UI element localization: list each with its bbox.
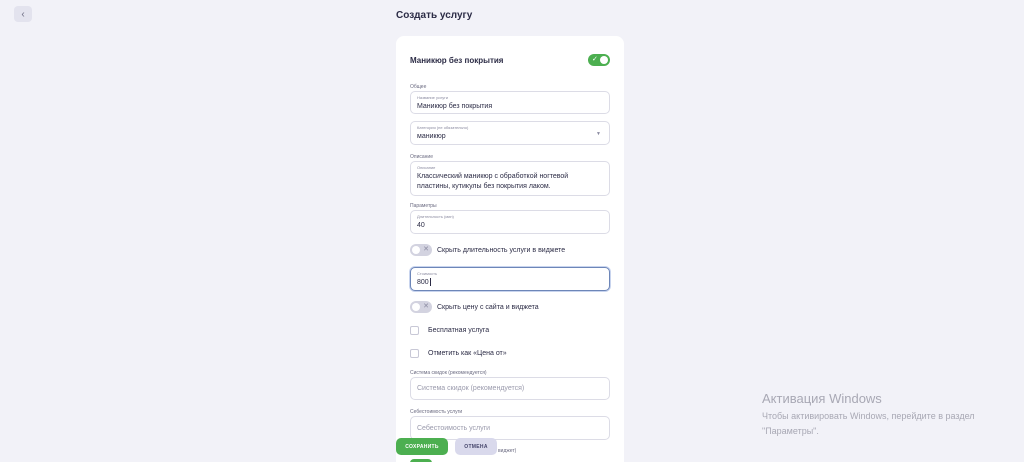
duration-value: 40 <box>417 222 425 229</box>
price-from-label: Отметить как «Цена от» <box>428 350 507 357</box>
back-button[interactable]: ‹ <box>14 6 32 22</box>
windows-activation-text: Чтобы активировать Windows, перейдите в … <box>762 411 975 436</box>
toggle-knob <box>600 56 608 64</box>
toggle-knob <box>412 246 420 254</box>
service-name-value: Маникюр без покрытия <box>417 103 493 110</box>
hide-duration-label: Скрыть длительность услуги в виджете <box>437 246 566 254</box>
cancel-button[interactable]: ОТМЕНА <box>455 438 497 455</box>
category-value: маникюр <box>417 133 446 140</box>
service-form-card: Маникюр без покрытия ✓ Общее Название ус… <box>396 36 624 462</box>
category-label: Категория (не обязательно) <box>417 125 469 130</box>
card-header: Маникюр без покрытия ✓ <box>410 54 610 66</box>
cost-field[interactable]: Себестоимость услуги <box>410 416 610 440</box>
service-active-toggle[interactable]: ✓ <box>588 54 610 66</box>
discount-section-label: Система скидок (рекомендуется) <box>410 370 487 376</box>
duration-field[interactable]: Длительность (мин) 40 <box>410 210 610 234</box>
chevron-left-icon: ‹ <box>21 8 25 20</box>
hide-price-toggle[interactable]: ✕ <box>410 301 432 313</box>
cost-section-label: Себестоимость услуги <box>410 409 463 415</box>
close-icon: ✕ <box>423 303 429 310</box>
hide-duration-toggle[interactable]: ✕ <box>410 244 432 256</box>
hide-price-label: Скрыть цену с сайта и виджета <box>437 303 539 311</box>
windows-activation-title: Активация Windows <box>762 391 882 406</box>
price-from-checkbox[interactable] <box>410 349 419 358</box>
chevron-down-icon: ▼ <box>596 131 601 137</box>
free-service-checkbox[interactable] <box>410 326 419 335</box>
price-label: Стоимость <box>417 271 438 276</box>
service-name-field[interactable]: Название услуги Маникюр без покрытия <box>410 91 610 114</box>
price-from-row[interactable]: Отметить как «Цена от» <box>410 349 507 358</box>
description-label: Описание <box>417 165 436 170</box>
free-service-row[interactable]: Бесплатная услуга <box>410 326 489 335</box>
section-description-label: Описание <box>410 154 434 160</box>
page-title: Создать услугу <box>396 10 473 21</box>
description-value: Классический маникюр с обработкой ногтев… <box>417 173 569 190</box>
discount-placeholder: Система скидок (рекомендуется) <box>417 385 525 392</box>
check-icon: ✓ <box>592 56 598 63</box>
hide-duration-row: ✕ Скрыть длительность услуги в виджете <box>410 244 565 256</box>
cut-off-label: виджет) <box>498 448 517 454</box>
section-general-label: Общее <box>410 84 427 90</box>
duration-label: Длительность (мин) <box>417 214 454 219</box>
price-value-wrap: 800 <box>417 278 431 288</box>
text-caret <box>429 278 431 287</box>
description-textarea[interactable]: Описание Классический маникюр с обработк… <box>410 161 610 196</box>
category-select[interactable]: Категория (не обязательно) маникюр ▼ <box>410 121 610 145</box>
service-name-label: Название услуги <box>417 95 448 100</box>
save-button[interactable]: СОХРАНИТЬ <box>396 438 448 455</box>
free-service-label: Бесплатная услуга <box>428 327 490 334</box>
price-value: 800 <box>417 279 429 286</box>
card-title: Маникюр без покрытия <box>410 55 504 65</box>
hide-price-row: ✕ Скрыть цену с сайта и виджета <box>410 301 539 313</box>
discount-select[interactable]: Система скидок (рекомендуется) <box>410 377 610 400</box>
section-parameters-label: Параметры <box>410 203 437 209</box>
cost-placeholder: Себестоимость услуги <box>417 425 491 432</box>
price-field[interactable]: Стоимость 800 <box>410 267 610 291</box>
close-icon: ✕ <box>423 246 429 253</box>
toggle-knob <box>412 303 420 311</box>
